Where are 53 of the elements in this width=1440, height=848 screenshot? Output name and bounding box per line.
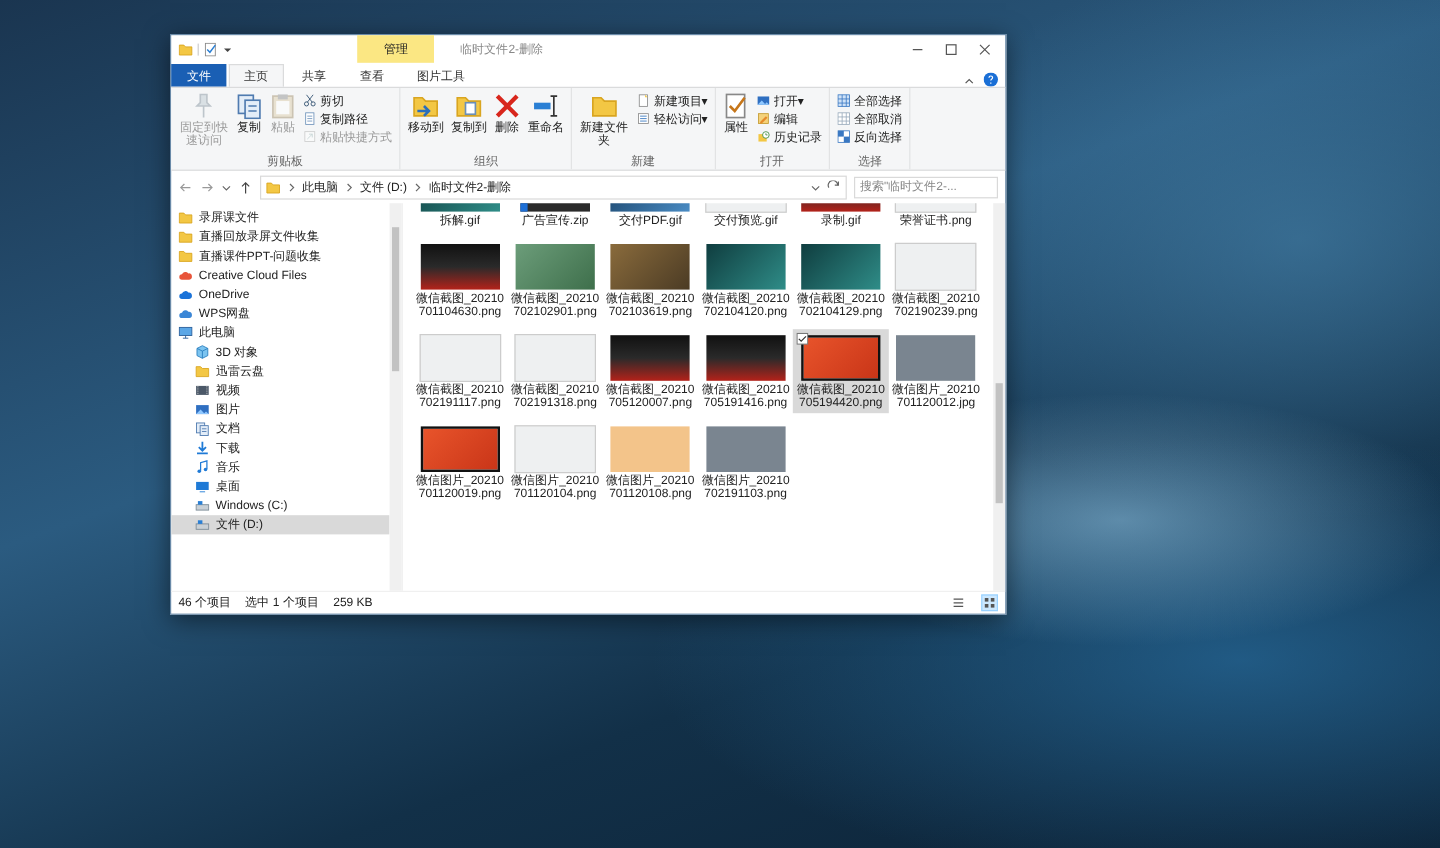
grid-icon <box>837 94 851 108</box>
checkmark-document-icon <box>723 92 750 120</box>
history-icon <box>756 130 771 144</box>
image-thumbnail <box>895 242 977 291</box>
new-item-icon <box>636 94 650 108</box>
clipboard-icon <box>269 92 296 120</box>
delete-icon <box>494 92 521 120</box>
folder-arrow-icon <box>412 92 439 120</box>
image-thumbnail <box>514 334 596 382</box>
grid-icon <box>837 130 851 144</box>
pushpin-icon <box>190 92 217 120</box>
image-thumbnail <box>610 426 690 472</box>
grid-icon <box>837 112 851 126</box>
image-thumbnail <box>419 334 501 382</box>
folder-icon <box>591 92 618 120</box>
checkmark-document-icon[interactable] <box>203 41 218 57</box>
shortcut-arrow-icon <box>303 130 317 144</box>
image-thumbnail <box>801 244 881 290</box>
monitor-icon <box>195 479 210 494</box>
copy-icon <box>195 421 210 436</box>
image-thumbnail <box>610 244 690 290</box>
download-arrow-icon <box>195 440 210 456</box>
rename-icon <box>532 92 559 120</box>
picture-icon <box>756 94 771 108</box>
photo-placeholder <box>896 335 976 381</box>
list-icon <box>636 112 650 126</box>
document-icon <box>303 112 317 126</box>
image-thumbnail <box>420 244 500 290</box>
drive-icon <box>195 517 210 532</box>
scrollbar[interactable] <box>389 203 402 591</box>
image-thumbnail <box>610 335 690 381</box>
edit-icon <box>756 112 771 126</box>
copy-icon <box>236 92 263 120</box>
checkbox-icon[interactable] <box>796 332 809 345</box>
image-thumbnail <box>514 425 596 474</box>
film-icon <box>195 383 210 398</box>
image-thumbnail <box>515 244 595 290</box>
large-icons-view-icon[interactable] <box>981 594 998 612</box>
image-thumbnail <box>801 335 881 381</box>
folder-icon <box>195 364 210 379</box>
image-thumbnail <box>420 426 500 472</box>
picture-icon <box>195 402 210 417</box>
help-icon[interactable] <box>983 72 998 87</box>
computer-icon <box>178 325 193 340</box>
folder-icon <box>266 179 281 195</box>
scrollbar[interactable] <box>993 203 1006 591</box>
caret-icon[interactable] <box>222 44 233 54</box>
cube-icon <box>195 344 210 360</box>
folder-document-icon <box>455 92 482 120</box>
drive-icon <box>195 498 210 513</box>
image-thumbnail <box>706 244 786 290</box>
image-thumbnail <box>706 335 786 381</box>
photo-placeholder <box>706 426 786 472</box>
